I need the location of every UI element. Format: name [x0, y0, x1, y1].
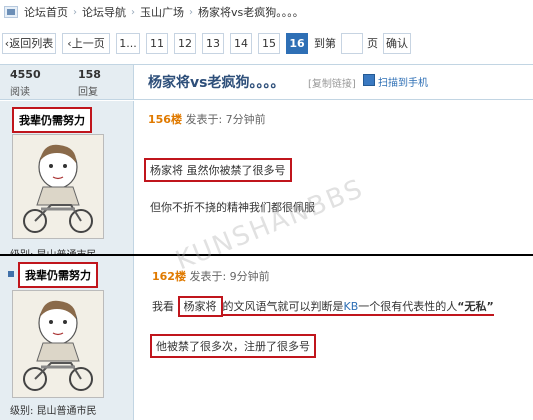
page-14-button[interactable]: 14 — [230, 33, 252, 54]
home-icon[interactable] — [4, 6, 18, 18]
breadcrumb-yushan-square[interactable]: 玉山广场 — [140, 4, 184, 20]
thread-title: 杨家将vs老疯狗。。。。 — [148, 75, 285, 91]
author-level: 级别: 昆山普通市民 — [10, 406, 97, 417]
post-line-2: 他被禁了很多次，注册了很多号 — [150, 334, 316, 358]
author-avatar[interactable] — [12, 134, 104, 239]
post-time: 发表于: 7分钟前 — [185, 113, 266, 126]
post-meta: 162楼 发表于: 9分钟前 — [152, 268, 270, 284]
breadcrumb: 论坛首页 › 论坛导航 › 玉山广场 › 杨家将vs老疯狗。。。。 — [0, 0, 533, 24]
post-author-panel: 我辈仍需努力 级别: 昆山普通市民 — [0, 101, 134, 261]
post-meta: 156楼 发表于: 7分钟前 — [148, 111, 266, 127]
breadcrumb-forum-home[interactable]: 论坛首页 — [24, 4, 68, 20]
post-author-panel: 我辈仍需努力 级别: 昆山普通市民 — [0, 256, 134, 420]
back-to-list-label: 返回列表 — [9, 37, 54, 50]
post-line-1: 杨家将 虽然你被禁了很多号 — [144, 158, 292, 182]
cartoon-rider-image — [23, 300, 93, 391]
qr-code-icon[interactable] — [363, 74, 375, 86]
scan-to-phone-link[interactable]: 扫描到手机 — [378, 74, 428, 89]
author-avatar[interactable] — [12, 290, 104, 398]
chevron-right-icon: › — [189, 6, 193, 18]
prev-page-label: 上一页 — [71, 37, 105, 50]
cartoon-rider-image — [23, 144, 93, 233]
line1-mid: 的文风语气就可以判断是 — [222, 300, 344, 313]
post-time: 发表于: 9分钟前 — [189, 270, 270, 283]
confirm-button[interactable]: 确认 — [383, 33, 411, 54]
pagination-bar: ‹返回列表 ‹上一页 1... 11 12 13 14 15 16 到第 页 确… — [0, 30, 533, 60]
kb-text: KB — [343, 300, 359, 313]
replies-count: 158 — [78, 68, 101, 81]
breadcrumb-current-thread[interactable]: 杨家将vs老疯狗。。。。 — [198, 4, 304, 20]
views-count: 4550 — [10, 68, 41, 81]
post-line-1: 我看 杨家将 的文风语气就可以判断是KB一个很有代表性的人“无私” — [152, 296, 494, 317]
page-11-button[interactable]: 11 — [146, 33, 168, 54]
page-unit-label: 页 — [367, 37, 378, 50]
page-first-button[interactable]: 1... — [116, 33, 140, 54]
copy-link-button[interactable]: [复制链接] — [308, 75, 356, 90]
author-username[interactable]: 我辈仍需努力 — [18, 262, 98, 288]
line1-rest: 一个很有代表性的人 — [358, 300, 458, 313]
goto-label: 到第 — [314, 37, 336, 50]
thread-header: 4550 阅读 158 回复 杨家将vs老疯狗。。。。 [复制链接] 扫描到手机 — [0, 64, 533, 100]
quoted-word: “无私” — [457, 300, 494, 313]
views-label: 阅读 — [10, 87, 30, 98]
chevron-right-icon: › — [73, 6, 77, 18]
line1-prefix: 我看 — [152, 300, 174, 313]
author-username[interactable]: 我辈仍需努力 — [12, 107, 92, 133]
goto-page-input[interactable] — [341, 33, 363, 54]
chevron-right-icon: › — [131, 6, 135, 18]
underlined-judgement: 的文风语气就可以判断是KB一个很有代表性的人“无私” — [222, 300, 494, 316]
floor-number[interactable]: 156楼 — [148, 113, 182, 126]
thread-stats: 4550 阅读 158 回复 — [0, 65, 134, 99]
prev-page-button[interactable]: ‹上一页 — [62, 33, 110, 54]
highlighted-username: 杨家将 — [177, 296, 223, 317]
online-status-icon — [8, 271, 14, 277]
post-162: 我辈仍需努力 级别: 昆山普通市民 162楼 发表于: 9分钟前 我看 杨家将的… — [0, 256, 533, 420]
replies-label: 回复 — [78, 87, 98, 98]
page-13-button[interactable]: 13 — [202, 33, 224, 54]
page-16-current[interactable]: 16 — [286, 33, 308, 54]
page-12-button[interactable]: 12 — [174, 33, 196, 54]
page-15-button[interactable]: 15 — [258, 33, 280, 54]
breadcrumb-forum-nav[interactable]: 论坛导航 — [82, 4, 126, 20]
back-to-list-button[interactable]: ‹返回列表 — [2, 33, 56, 54]
